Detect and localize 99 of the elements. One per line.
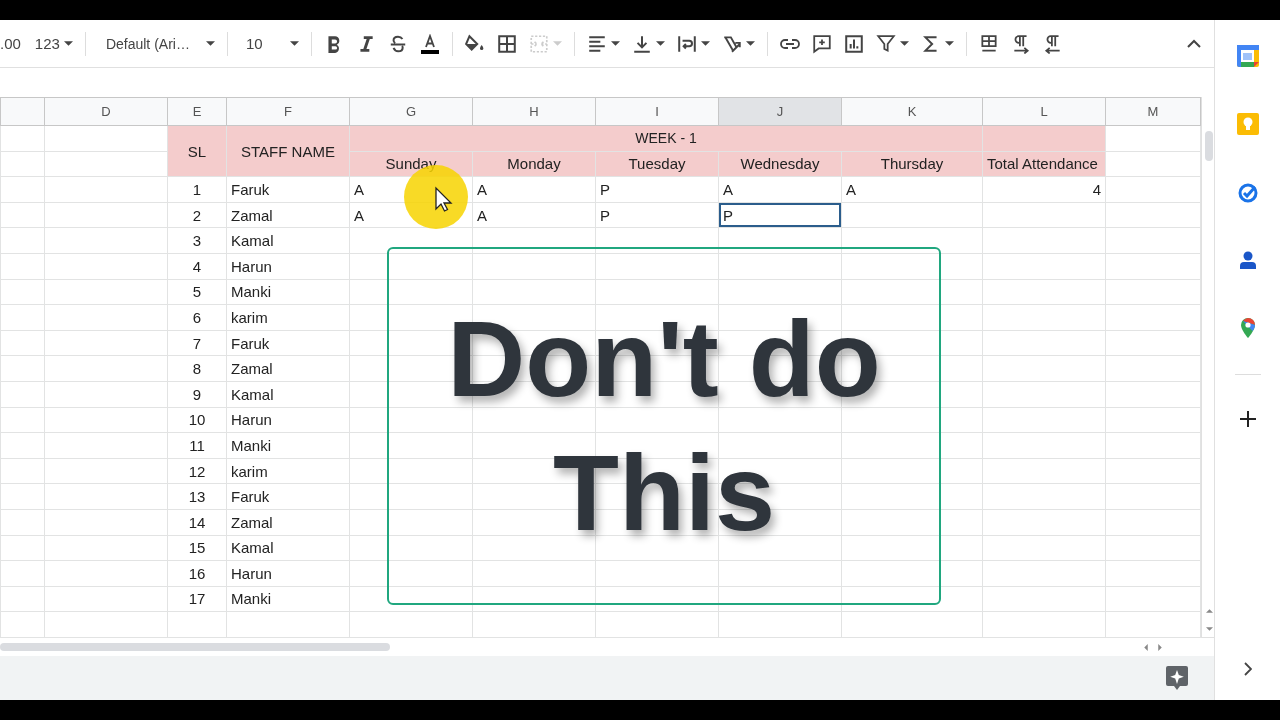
table-cell: 7: [167, 330, 227, 356]
merge-cells-icon[interactable]: [528, 33, 549, 54]
align-icon[interactable]: [586, 33, 607, 54]
font-dropdown[interactable]: Default (Ari…: [105, 35, 202, 52]
table-cell: P: [718, 202, 842, 228]
table-cell: P: [595, 176, 719, 203]
text-color-icon[interactable]: [419, 33, 440, 54]
fill-color-icon[interactable]: [464, 33, 485, 54]
freeze-icon[interactable]: [978, 33, 999, 54]
scrollbar-thumb[interactable]: [1205, 131, 1213, 161]
table-cell: Zamal: [226, 355, 350, 382]
explore-icon[interactable]: [1166, 666, 1189, 690]
column-header[interactable]: K: [841, 97, 983, 126]
vertical-align-icon[interactable]: [631, 33, 652, 54]
text-rotation-icon[interactable]: [721, 33, 742, 54]
table-cell: 4: [167, 253, 227, 280]
column-header[interactable]: E: [167, 97, 227, 126]
table-header: Wednesday: [718, 151, 842, 177]
font-size-dropdown[interactable]: 10: [245, 35, 286, 52]
borders-icon[interactable]: [496, 33, 517, 54]
table-cell: A: [472, 176, 596, 203]
filter-icon[interactable]: [875, 33, 896, 54]
table-cell: Manki: [226, 279, 350, 305]
table-cell: P: [595, 202, 719, 228]
caption-text: Don't do: [447, 297, 881, 421]
scroll-left-icon[interactable]: [1144, 643, 1149, 651]
column-header[interactable]: D: [44, 97, 168, 126]
table-cell: Harun: [226, 407, 350, 433]
caret-icon[interactable]: [63, 41, 73, 46]
table-cell: Faruk: [226, 176, 350, 203]
table-cell: 4: [982, 176, 1106, 203]
table-cell: 12: [167, 458, 227, 484]
add-icon[interactable]: [1237, 409, 1258, 429]
column-header[interactable]: J: [718, 97, 842, 126]
caret-icon[interactable]: [745, 41, 755, 46]
paragraph-rtl-icon[interactable]: [1042, 33, 1063, 54]
table-cell: 13: [167, 483, 227, 510]
table-header: Monday: [472, 151, 596, 177]
table-cell: A: [841, 176, 983, 203]
table-header: Total Attendance: [982, 151, 1106, 177]
table-header: Thursday: [841, 151, 983, 177]
caret-icon[interactable]: [655, 41, 665, 46]
column-header[interactable]: L: [982, 97, 1106, 126]
caret-icon[interactable]: [205, 41, 215, 46]
table-cell: A: [718, 176, 842, 203]
number-format-button[interactable]: 123: [34, 35, 60, 52]
table-header: SL: [167, 125, 227, 177]
table-cell: 3: [167, 227, 227, 254]
table-cell: 14: [167, 509, 227, 535]
table-cell: Kamal: [226, 227, 350, 254]
table-cell: Manki: [226, 586, 350, 612]
scroll-up-icon[interactable]: [1206, 609, 1213, 613]
column-header[interactable]: F: [226, 97, 350, 126]
column-header[interactable]: I: [595, 97, 719, 126]
scroll-down-icon[interactable]: [1206, 627, 1213, 631]
table-cell: 15: [167, 535, 227, 561]
caret-icon[interactable]: [700, 41, 710, 46]
caret-icon[interactable]: [944, 41, 954, 46]
caption-text: This: [553, 431, 775, 555]
column-header[interactable]: H: [472, 97, 596, 126]
table-cell: 9: [167, 381, 227, 408]
table-cell: Manki: [226, 432, 350, 459]
table-header: STAFF NAME: [226, 125, 350, 177]
scrollbar-thumb[interactable]: [0, 643, 390, 651]
table-cell: Zamal: [226, 202, 350, 228]
table-cell: karim: [226, 458, 350, 484]
table-cell: Faruk: [226, 330, 350, 356]
table-cell: Harun: [226, 560, 350, 587]
table-cell: 10: [167, 407, 227, 433]
table-cell: 16: [167, 560, 227, 587]
table-header: Tuesday: [595, 151, 719, 177]
column-header[interactable]: M: [1105, 97, 1201, 126]
table-cell: Faruk: [226, 483, 350, 510]
table-cell: 8: [167, 355, 227, 382]
table-cell: Zamal: [226, 509, 350, 535]
decimal-button[interactable]: .00: [0, 35, 21, 52]
expand-icon[interactable]: [1243, 662, 1252, 676]
table-cell: Kamal: [226, 535, 350, 561]
table-cell: Harun: [226, 253, 350, 280]
table-cell: A: [472, 202, 596, 228]
comment-icon[interactable]: [811, 33, 832, 54]
caret-icon[interactable]: [610, 41, 620, 46]
collapse-icon[interactable]: [1186, 38, 1203, 49]
table-cell: karim: [226, 304, 350, 331]
calendar-icon[interactable]: [1235, 44, 1260, 68]
table-cell: 5: [167, 279, 227, 305]
column-header[interactable]: G: [349, 97, 473, 126]
table-cell: 2: [167, 202, 227, 228]
table-cell: 11: [167, 432, 227, 459]
table-cell: 17: [167, 586, 227, 612]
table-cell: Kamal: [226, 381, 350, 408]
text-wrap-icon[interactable]: [676, 33, 697, 54]
scroll-right-icon[interactable]: [1158, 643, 1163, 651]
table-cell: 6: [167, 304, 227, 331]
table-header: WEEK - 1: [349, 125, 983, 152]
table-cell: 1: [167, 176, 227, 203]
caret-icon[interactable]: [289, 41, 299, 46]
caret-icon[interactable]: [899, 41, 909, 46]
chart-icon[interactable]: [843, 33, 864, 54]
